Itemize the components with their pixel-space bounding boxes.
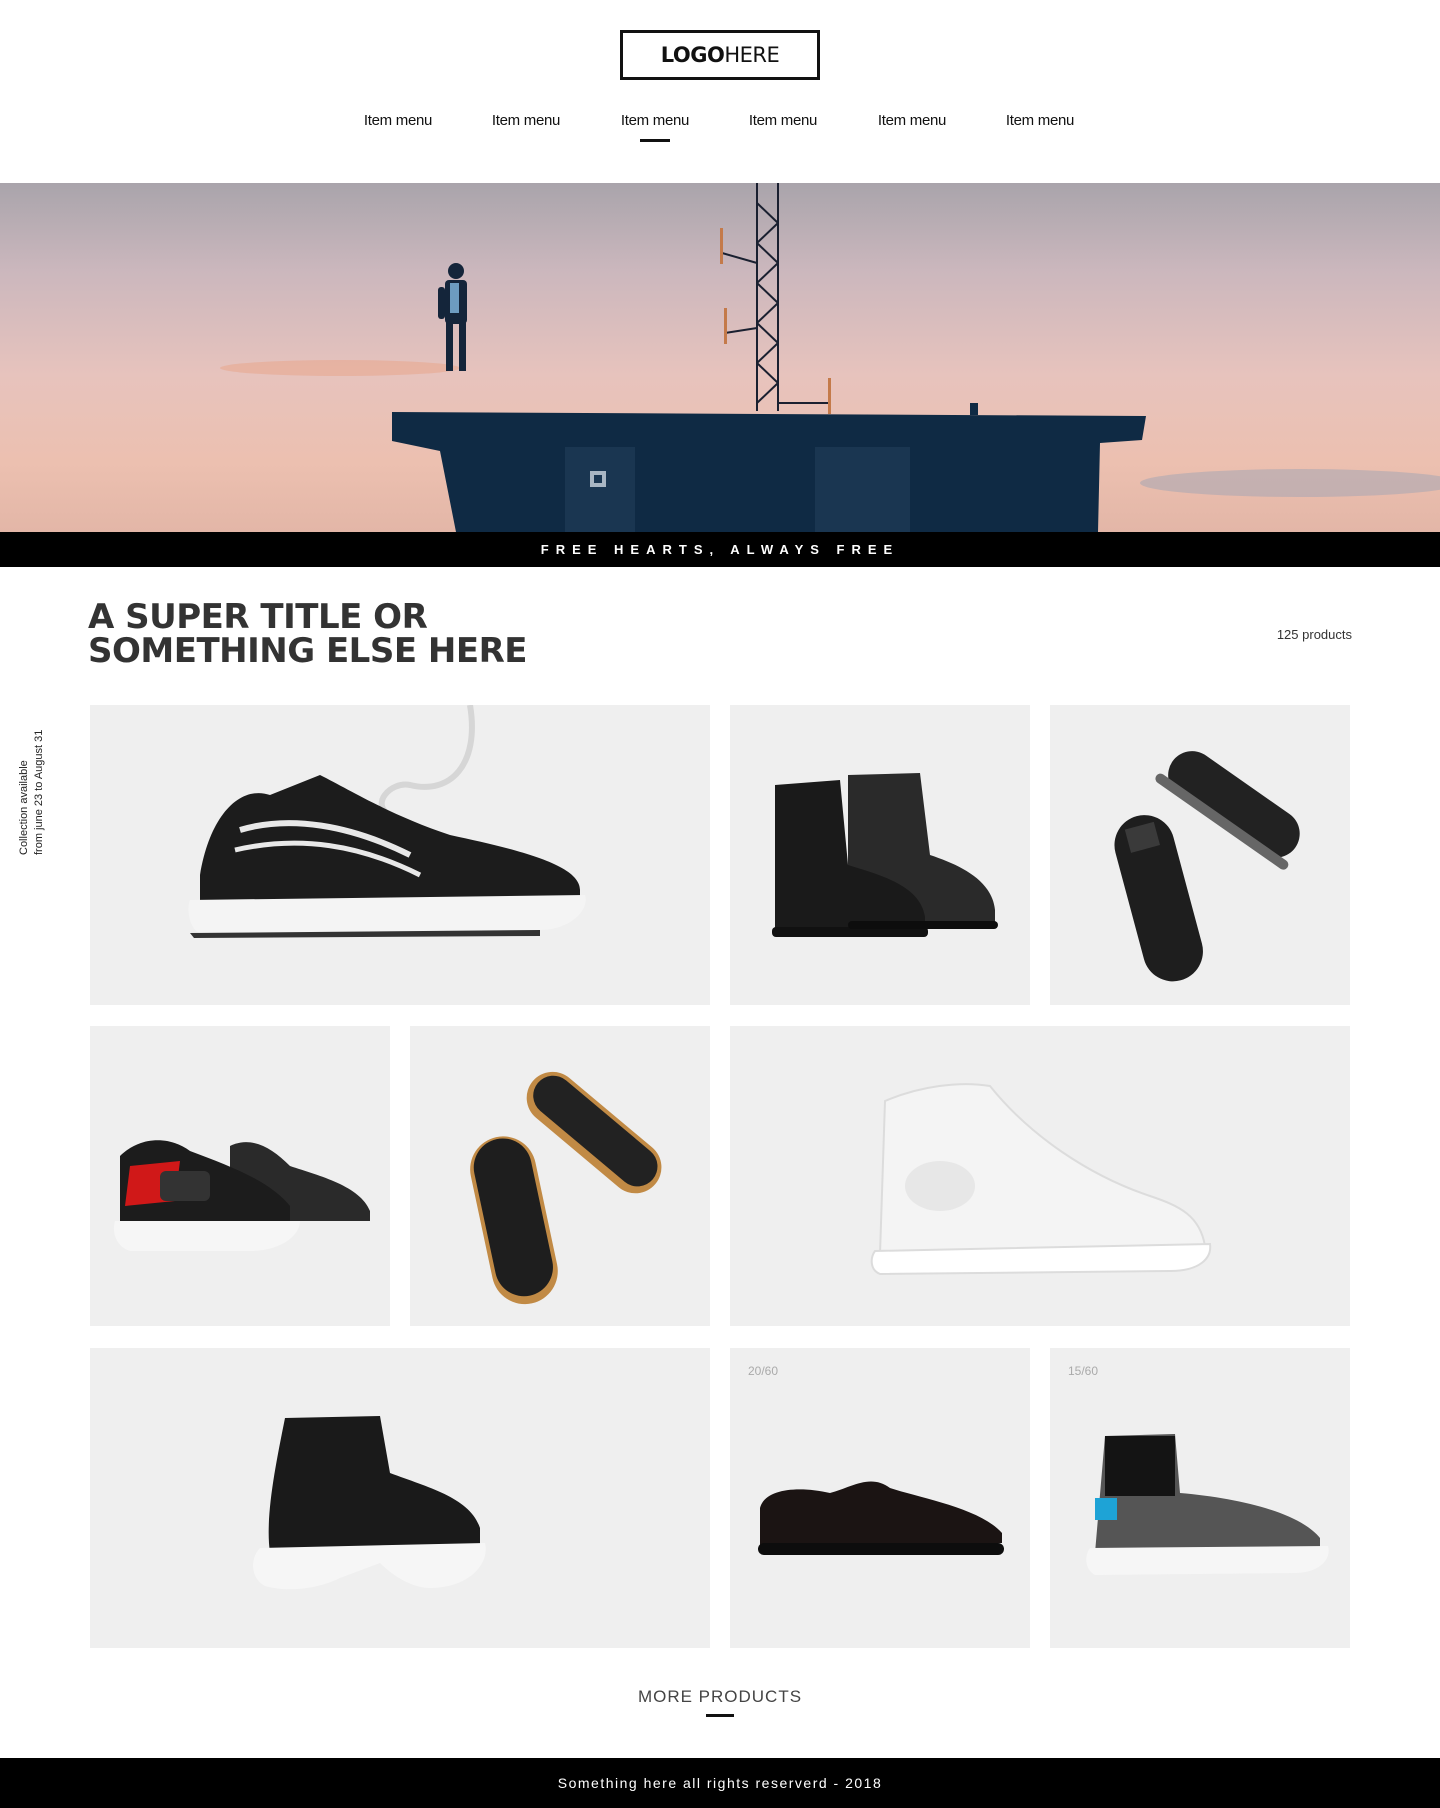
logo-light-text: HERE <box>724 43 780 67</box>
collection-note-line-1: Collection available <box>18 760 30 855</box>
product-card-9[interactable]: 15/60 <box>1050 1348 1350 1648</box>
collection-note: Collection available from june 23 to Aug… <box>17 685 47 855</box>
nav-item-3-active[interactable]: Item menu <box>595 112 715 142</box>
promo-ribbon: FREE HEARTS, ALWAYS FREE <box>0 532 1440 567</box>
nav-item-6[interactable]: Item menu <box>980 112 1100 129</box>
footer: Something here all rights reserverd - 20… <box>0 1758 1440 1808</box>
black-red-strap-sneakers-icon <box>113 1140 370 1251</box>
page-title: A SUPER TITLE OR SOMETHING ELSE HERE <box>88 600 788 668</box>
page-title-line-1: A SUPER TITLE OR <box>88 597 428 637</box>
black-suede-derby-shoe-icon <box>758 1481 1004 1555</box>
product-card-5[interactable] <box>410 1026 710 1326</box>
nav-item-5[interactable]: Item menu <box>852 112 972 129</box>
nav-item-1[interactable]: Item menu <box>338 112 458 129</box>
black-sneakers-top-view-icon <box>1114 751 1300 982</box>
product-card-6[interactable] <box>730 1026 1350 1326</box>
nav-item-2[interactable]: Item menu <box>466 112 586 129</box>
more-products-underline <box>706 1714 734 1717</box>
hero-image <box>220 183 1440 532</box>
hero-banner <box>0 183 1440 532</box>
product-card-3[interactable] <box>1050 705 1350 1005</box>
main-nav: Item menu Item menu Item menu Item menu … <box>0 112 1440 152</box>
product-card-4[interactable] <box>90 1026 390 1326</box>
white-high-top-sneaker-icon <box>870 1083 1212 1276</box>
black-sock-sneaker-icon <box>253 1416 486 1590</box>
black-runner-sneaker-with-white-laces-icon <box>188 705 586 938</box>
product-card-1[interactable] <box>90 705 710 1005</box>
page-title-line-2: SOMETHING ELSE HERE <box>88 631 527 671</box>
nav-item-4[interactable]: Item menu <box>723 112 843 129</box>
product-count: 125 products <box>1276 627 1352 642</box>
black-lace-up-boots-icon <box>772 773 998 937</box>
grey-sock-runner-sneaker-icon <box>1086 1434 1329 1575</box>
product-card-8[interactable]: 20/60 <box>730 1348 1030 1648</box>
product-card-7[interactable] <box>90 1348 710 1648</box>
black-sneakers-gum-sole-icon <box>470 1071 662 1305</box>
collection-note-line-2: from june 23 to August 31 <box>33 729 45 855</box>
logo[interactable]: LOGO HERE <box>620 30 820 80</box>
logo-bold-text: LOGO <box>660 43 725 67</box>
more-products-link[interactable]: MORE PRODUCTS <box>0 1687 1440 1707</box>
product-card-2[interactable] <box>730 705 1030 1005</box>
